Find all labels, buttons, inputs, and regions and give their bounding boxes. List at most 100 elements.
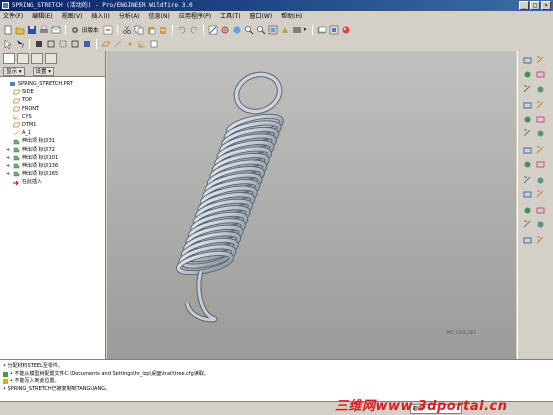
datum-point-icon[interactable] xyxy=(536,70,545,79)
orient-mode-icon[interactable] xyxy=(232,25,242,35)
menu-applications[interactable]: 应用程序(P) xyxy=(179,11,211,22)
saved-views-icon[interactable] xyxy=(292,25,302,35)
paste-icon[interactable] xyxy=(146,25,156,35)
maximize-button[interactable]: □ xyxy=(530,1,540,10)
expand-toggle[interactable]: + xyxy=(6,170,11,178)
view-manager-icon[interactable] xyxy=(329,25,339,35)
sketch-datum-plane-icon[interactable] xyxy=(523,56,532,65)
tree-item[interactable]: SIDE xyxy=(2,88,103,96)
menu-view[interactable]: 视图(V) xyxy=(62,11,83,22)
cut-icon[interactable] xyxy=(122,25,132,35)
intersect-tool-icon[interactable] xyxy=(536,236,545,245)
analysis-feature-icon[interactable] xyxy=(536,85,545,94)
menu-help[interactable]: 帮助(H) xyxy=(281,11,302,22)
thicken-tool-icon[interactable] xyxy=(536,220,545,229)
connections-tab[interactable] xyxy=(45,53,57,64)
tree-item[interactable]: CYS xyxy=(2,113,103,121)
view-list-combo[interactable]: ▾ xyxy=(304,27,307,33)
tree-item[interactable]: + 伸出项 标识136 xyxy=(2,162,103,170)
new-file-icon[interactable] xyxy=(3,25,13,35)
offset-tool-icon[interactable] xyxy=(523,220,532,229)
save-icon[interactable] xyxy=(27,25,37,35)
menu-file[interactable]: 文件(F) xyxy=(3,11,23,22)
merge-tool-icon[interactable] xyxy=(523,190,532,199)
datum-curve-icon[interactable] xyxy=(523,70,532,79)
reorient-icon[interactable] xyxy=(280,25,290,35)
revolve-tool-icon[interactable] xyxy=(536,146,545,155)
print-icon[interactable] xyxy=(39,25,49,35)
menu-window[interactable]: 窗口(W) xyxy=(250,11,273,22)
draft-tool-icon[interactable] xyxy=(536,115,545,124)
select-arrow-icon[interactable] xyxy=(3,39,13,49)
datum-axis-tool-icon[interactable] xyxy=(536,56,545,65)
tree-item[interactable]: + 伸出项 标识72 xyxy=(2,146,103,154)
zoom-out-icon[interactable] xyxy=(256,25,266,35)
settings-icon[interactable] xyxy=(70,25,80,35)
expand-toggle[interactable]: + xyxy=(6,162,11,170)
legacy-combo[interactable]: 旧版本 xyxy=(82,26,99,34)
tree-item[interactable]: DTM1 xyxy=(2,121,103,129)
appearance-icon[interactable] xyxy=(341,25,351,35)
round-tool-icon[interactable] xyxy=(523,129,532,138)
menu-analysis[interactable]: 分析(A) xyxy=(119,11,140,22)
variable-sweep-icon[interactable] xyxy=(523,160,532,169)
tree-item[interactable]: A_1 xyxy=(2,129,103,137)
expand-toggle[interactable]: + xyxy=(6,154,11,162)
annotation-icon[interactable] xyxy=(149,39,159,49)
chamfer-tool-icon[interactable] xyxy=(536,129,545,138)
datum-points-icon[interactable] xyxy=(125,39,135,49)
context-help-icon[interactable]: ? xyxy=(15,39,25,49)
settings-dropdown[interactable]: 设置 ▾ xyxy=(32,66,55,76)
enhanced-realism-icon[interactable] xyxy=(82,39,92,49)
no-hidden-icon[interactable] xyxy=(70,39,80,49)
model-tree-tab[interactable] xyxy=(3,53,15,64)
solidify-tool-icon[interactable] xyxy=(523,236,532,245)
hidden-line-icon[interactable] xyxy=(58,39,68,49)
regenerate-icon[interactable] xyxy=(103,25,113,35)
tree-item[interactable]: TOP xyxy=(2,96,103,104)
close-button[interactable]: × xyxy=(541,1,551,10)
expand-toggle[interactable]: + xyxy=(6,146,11,154)
zoom-in-icon[interactable] xyxy=(244,25,254,35)
menu-tools[interactable]: 工具(T) xyxy=(220,11,240,22)
menu-insert[interactable]: 插入(I) xyxy=(91,11,109,22)
tree-item[interactable]: + 伸出项 标识165 xyxy=(2,170,103,178)
spin-center-icon[interactable] xyxy=(220,25,230,35)
wireframe-icon[interactable] xyxy=(46,39,56,49)
redo-icon[interactable] xyxy=(189,25,199,35)
favorites-tab[interactable] xyxy=(31,53,43,64)
style-tool-icon[interactable] xyxy=(523,176,532,185)
folder-browser-tab[interactable] xyxy=(17,53,29,64)
copy-icon[interactable] xyxy=(134,25,144,35)
minimize-button[interactable]: _ xyxy=(519,1,529,10)
email-icon[interactable] xyxy=(51,25,61,35)
tree-item[interactable]: SPRING_STRETCH.PRT xyxy=(2,80,103,88)
paste-special-icon[interactable] xyxy=(158,25,168,35)
tree-item[interactable]: + 伸出项 标识101 xyxy=(2,154,103,162)
display-dropdown[interactable]: 显示 ▾ xyxy=(3,66,25,76)
datum-csys-icon[interactable] xyxy=(523,85,532,94)
undo-icon[interactable] xyxy=(177,25,187,35)
open-folder-icon[interactable] xyxy=(15,25,25,35)
extrude-tool-icon[interactable] xyxy=(523,146,532,155)
shell-tool-icon[interactable] xyxy=(536,101,545,110)
hole-tool-icon[interactable] xyxy=(523,101,532,110)
mirror-tool-icon[interactable] xyxy=(536,176,545,185)
repaint-icon[interactable] xyxy=(208,25,218,35)
tree-item[interactable]: FRONT xyxy=(2,105,103,113)
refit-icon[interactable] xyxy=(268,25,278,35)
extend-tool-icon[interactable] xyxy=(536,206,545,215)
rib-tool-icon[interactable] xyxy=(523,115,532,124)
shading-icon[interactable] xyxy=(34,39,44,49)
coord-systems-icon[interactable] xyxy=(137,39,147,49)
tree-item[interactable]: 伸出项 标识31 xyxy=(2,137,103,145)
blend-tool-icon[interactable] xyxy=(536,160,545,169)
pattern-tool-icon[interactable] xyxy=(523,206,532,215)
menu-info[interactable]: 信息(N) xyxy=(149,11,170,22)
tree-item[interactable]: 在此插入 xyxy=(2,178,103,186)
datum-planes-icon[interactable] xyxy=(101,39,111,49)
spring-model[interactable] xyxy=(107,51,516,359)
layers-icon[interactable] xyxy=(317,25,327,35)
datum-axes-icon[interactable] xyxy=(113,39,123,49)
trim-tool-icon[interactable] xyxy=(536,190,545,199)
